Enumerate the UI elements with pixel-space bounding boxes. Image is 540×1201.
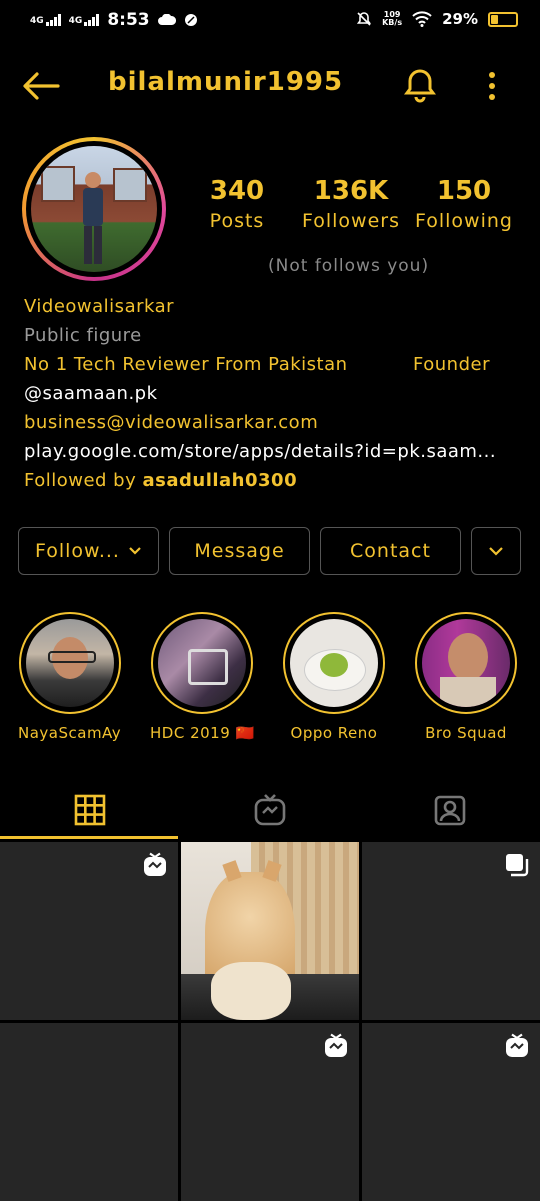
category-label: Public figure <box>24 325 142 346</box>
profile-avatar[interactable] <box>22 137 166 281</box>
post-tile[interactable] <box>362 842 540 1020</box>
tagged-icon <box>434 795 466 826</box>
leaf-icon <box>184 14 197 26</box>
stat-posts[interactable]: 340 Posts <box>182 176 292 232</box>
post-tile[interactable] <box>362 1023 540 1201</box>
network-indicator-2: 4G <box>69 14 100 26</box>
suggested-accounts-button[interactable] <box>471 527 521 575</box>
signal-icon <box>45 14 61 26</box>
post-tile[interactable] <box>181 842 359 1020</box>
carousel-icon <box>506 854 529 877</box>
chevron-down-icon <box>489 547 503 556</box>
person-figure <box>83 172 103 264</box>
network-indicator-1: 4G <box>30 14 61 26</box>
highlight-cover <box>290 619 378 707</box>
grid-icon <box>74 794 106 826</box>
mention-link[interactable]: @saamaan.pk <box>24 379 496 408</box>
email-link[interactable]: business@videowalisarkar.com <box>24 408 496 437</box>
cloud-icon <box>157 14 176 25</box>
clock: 8:53 <box>107 10 150 30</box>
profile-header: bilalmunir1995 <box>0 55 540 117</box>
post-tile[interactable] <box>181 1023 359 1201</box>
igtv-icon <box>144 852 166 876</box>
more-options-icon[interactable] <box>480 69 504 103</box>
stat-following[interactable]: 150 Following <box>409 176 519 232</box>
data-speed: 109 KB/s <box>382 10 403 27</box>
igtv-icon <box>325 1033 347 1057</box>
post-tile[interactable] <box>0 1023 178 1201</box>
highlight-item[interactable]: Oppo Reno <box>282 612 386 742</box>
back-arrow-icon[interactable] <box>22 71 60 101</box>
signal-icon <box>84 14 100 26</box>
followed-by[interactable]: Followed by asadullah0300 <box>24 466 496 495</box>
active-tab-indicator <box>0 836 178 839</box>
website-link[interactable]: play.google.com/store/apps/details?id=pk… <box>24 437 496 466</box>
highlight-item[interactable]: Bro Squad <box>414 612 518 742</box>
highlight-item[interactable]: HDC 2019 🇨🇳 <box>150 612 254 742</box>
tab-grid[interactable] <box>0 782 180 838</box>
tab-igtv[interactable] <box>180 782 360 838</box>
wifi-icon <box>412 11 432 27</box>
battery-icon <box>488 11 518 27</box>
post-tile[interactable] <box>0 842 178 1020</box>
igtv-icon <box>254 794 286 826</box>
bio-line: No 1 Tech Reviewer From Pakistan Founder <box>24 354 490 375</box>
stat-followers[interactable]: 136K Followers <box>296 176 406 232</box>
display-name: Videowalisarkar <box>24 296 175 317</box>
profile-bio: Videowalisarkar Public figure No 1 Tech … <box>24 292 496 495</box>
message-button[interactable]: Message <box>169 527 310 575</box>
bell-icon[interactable] <box>402 67 438 103</box>
tab-tagged[interactable] <box>360 782 540 838</box>
contact-button[interactable]: Contact <box>320 527 461 575</box>
status-bar: 4G 4G 8:53 109 KB/s 29% <box>0 0 540 42</box>
highlight-cover <box>158 619 246 707</box>
avatar-photo <box>31 146 157 272</box>
username-title: bilalmunir1995 <box>108 67 344 97</box>
not-follows-label: (Not follows you) <box>268 256 430 276</box>
highlight-cover <box>422 619 510 707</box>
highlight-cover <box>26 619 114 707</box>
chevron-down-icon <box>129 547 141 555</box>
follow-button[interactable]: Follow... <box>18 527 159 575</box>
highlight-item[interactable]: NayaScamAya... <box>18 612 122 742</box>
mute-icon <box>357 12 372 26</box>
igtv-icon <box>506 1033 528 1057</box>
battery-percent: 29% <box>442 10 478 28</box>
